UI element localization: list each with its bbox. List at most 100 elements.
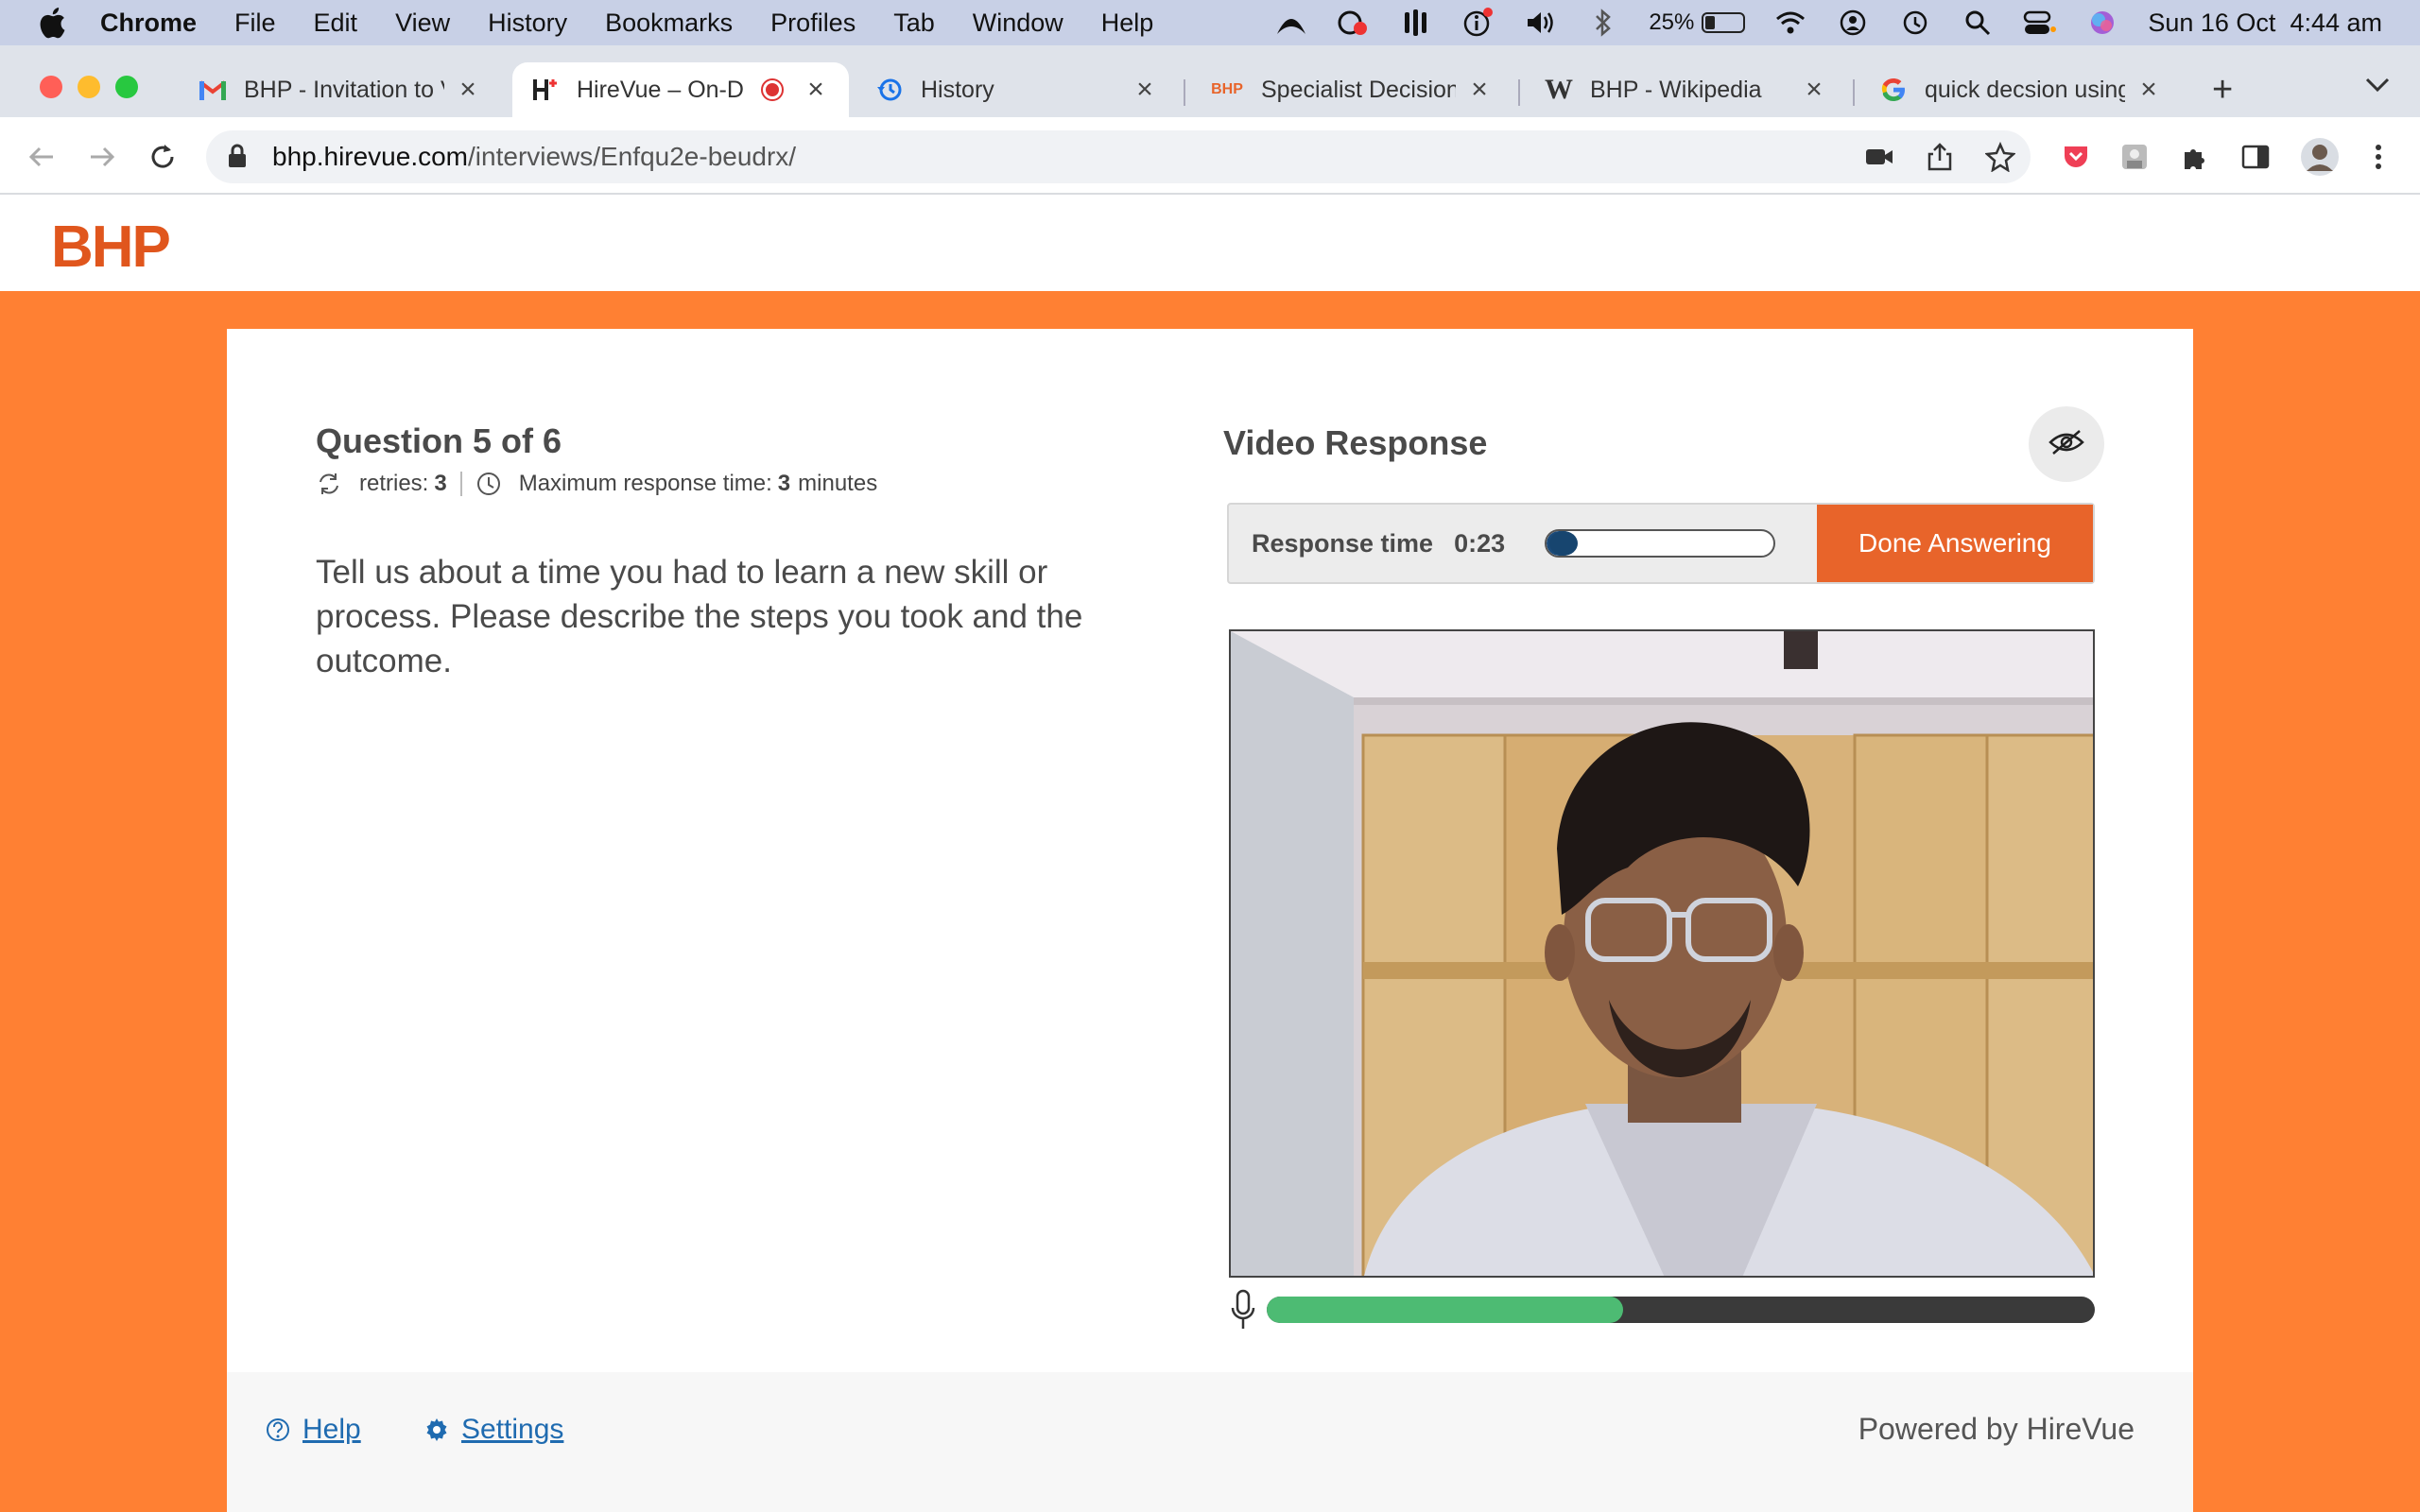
- gear-icon: [424, 1417, 450, 1443]
- back-icon[interactable]: [23, 138, 60, 176]
- response-time-progress: [1545, 529, 1776, 558]
- extensions-puzzle-icon[interactable]: [2178, 140, 2212, 174]
- profile-avatar[interactable]: [2299, 136, 2341, 178]
- done-answering-button[interactable]: Done Answering: [1817, 505, 2093, 582]
- response-time-label: Response time: [1252, 528, 1434, 558]
- tab-title: History: [921, 76, 994, 103]
- bookmark-star-icon[interactable]: [1983, 140, 2017, 174]
- settings-link-label: Settings: [461, 1414, 564, 1445]
- response-time-bar: Response time 0:23 Done Answering: [1227, 503, 2095, 584]
- menu-bookmarks[interactable]: Bookmarks: [605, 9, 733, 38]
- close-tab-icon[interactable]: ×: [1465, 74, 1494, 105]
- tab-separator: [1518, 79, 1520, 106]
- menu-edit[interactable]: Edit: [314, 9, 358, 38]
- browser-toolbar: bhp.hirevue.com/interviews/Enfqu2e-beudr…: [0, 117, 2420, 195]
- address-bar[interactable]: bhp.hirevue.com/interviews/Enfqu2e-beudr…: [206, 130, 2031, 183]
- microphone-level-meter: [1267, 1297, 2095, 1323]
- tab-separator: [1184, 79, 1185, 106]
- clock-icon: [475, 471, 502, 497]
- powered-by-hirevue: Powered by HireVue: [1858, 1412, 2135, 1446]
- response-time-value: 0:23: [1454, 528, 1506, 558]
- close-tab-icon[interactable]: ×: [1131, 74, 1159, 105]
- tab-title: quick decsion using: [1925, 76, 2125, 103]
- wikipedia-icon: W: [1545, 74, 1573, 105]
- hide-video-button[interactable]: [2029, 406, 2104, 482]
- hirevue-icon: [531, 76, 560, 104]
- help-link-label: Help: [302, 1414, 361, 1445]
- info-icon[interactable]: [1461, 8, 1495, 38]
- forward-icon[interactable]: [83, 138, 121, 176]
- close-tab-icon[interactable]: ×: [454, 74, 482, 105]
- share-icon[interactable]: [1923, 140, 1957, 174]
- apple-menu-icon[interactable]: [38, 7, 66, 39]
- menu-app-chrome[interactable]: Chrome: [100, 9, 197, 38]
- site-header: BHP: [0, 195, 2420, 291]
- url-host: bhp.hirevue.com: [272, 142, 469, 171]
- menu-help[interactable]: Help: [1101, 9, 1154, 38]
- new-tab-button[interactable]: +: [2212, 70, 2233, 111]
- tab-search-chevron-icon[interactable]: [2363, 76, 2392, 99]
- bars-app-icon[interactable]: [1399, 8, 1433, 38]
- tab-title: Specialist Decision S: [1261, 76, 1456, 103]
- maximize-window-button[interactable]: [115, 76, 138, 98]
- side-panel-icon[interactable]: [2238, 140, 2273, 174]
- menu-profiles[interactable]: Profiles: [770, 9, 856, 38]
- pocket-extension-icon[interactable]: [2059, 140, 2093, 174]
- bluetooth-icon[interactable]: [1586, 8, 1620, 38]
- user-icon[interactable]: [1836, 8, 1870, 38]
- battery-indicator[interactable]: 25%: [1649, 9, 1746, 36]
- close-tab-icon[interactable]: ×: [1800, 74, 1828, 105]
- menu-tab[interactable]: Tab: [893, 9, 935, 38]
- bhp-logo[interactable]: BHP: [51, 214, 171, 281]
- creative-cloud-icon[interactable]: [1337, 8, 1371, 38]
- profile-extension-icon[interactable]: [2118, 140, 2152, 174]
- tab-hirevue[interactable]: HireVue – On-D ×: [512, 62, 849, 117]
- time-machine-icon[interactable]: [1898, 8, 1932, 38]
- tab-gmail[interactable]: BHP - Invitation to V ×: [180, 62, 501, 117]
- help-circle-icon: [265, 1417, 291, 1443]
- retry-icon: [316, 471, 342, 497]
- recording-indicator-icon: [758, 76, 786, 104]
- question-meta: retries: 3 Maximum response time: 3 minutes: [316, 471, 877, 497]
- bhp-favicon-icon: BHP: [1211, 81, 1243, 97]
- webcam-frame-illustration: [1231, 631, 2093, 1276]
- menubar-datetime[interactable]: Sun 16 Oct 4:44 am: [2148, 9, 2382, 38]
- menu-view[interactable]: View: [395, 9, 450, 38]
- lock-icon[interactable]: [227, 143, 251, 171]
- close-window-button[interactable]: [40, 76, 62, 98]
- tab-title: HireVue – On-D: [577, 76, 744, 103]
- interview-card: Question 5 of 6 retries: 3 Maximum respon…: [227, 329, 2193, 1512]
- url-path: /interviews/Enfqu2e-beudrx/: [468, 142, 797, 171]
- tab-google-search[interactable]: quick decsion using ×: [1860, 62, 2182, 117]
- wifi-icon[interactable]: [1773, 8, 1807, 38]
- camera-in-use-icon[interactable]: [1862, 140, 1896, 174]
- tab-separator: [1853, 79, 1855, 106]
- question-text: Tell us about a time you had to learn a …: [316, 554, 1083, 679]
- tab-history[interactable]: History ×: [856, 62, 1178, 117]
- battery-percent: 25%: [1649, 9, 1695, 35]
- menu-window[interactable]: Window: [973, 9, 1063, 38]
- minimize-window-button[interactable]: [78, 76, 100, 98]
- microphone-icon: [1229, 1289, 1257, 1331]
- reload-icon[interactable]: [144, 138, 182, 176]
- close-tab-icon[interactable]: ×: [2135, 74, 2163, 105]
- tab-title: BHP - Wikipedia: [1590, 76, 1762, 103]
- siri-icon[interactable]: [2085, 8, 2119, 38]
- gmail-icon: [199, 76, 227, 104]
- help-link[interactable]: Help: [265, 1414, 361, 1446]
- settings-link[interactable]: Settings: [424, 1414, 563, 1446]
- tab-wikipedia[interactable]: W BHP - Wikipedia ×: [1526, 62, 1847, 117]
- card-footer: Help Settings Powered by HireVue: [227, 1372, 2193, 1512]
- tab-specialist-decision[interactable]: BHP Specialist Decision S ×: [1191, 62, 1512, 117]
- control-center-icon[interactable]: [2023, 8, 2057, 38]
- meta-divider: [459, 472, 462, 496]
- chrome-menu-icon[interactable]: [2361, 140, 2395, 174]
- menu-history[interactable]: History: [488, 9, 567, 38]
- close-tab-icon[interactable]: ×: [802, 74, 830, 105]
- menu-file[interactable]: File: [234, 9, 276, 38]
- volume-icon[interactable]: [1524, 8, 1558, 38]
- spotlight-icon[interactable]: [1961, 8, 1995, 38]
- microphone-level-fill: [1267, 1297, 1623, 1323]
- arc-icon[interactable]: [1274, 8, 1308, 38]
- max-time-value: 3: [777, 471, 791, 496]
